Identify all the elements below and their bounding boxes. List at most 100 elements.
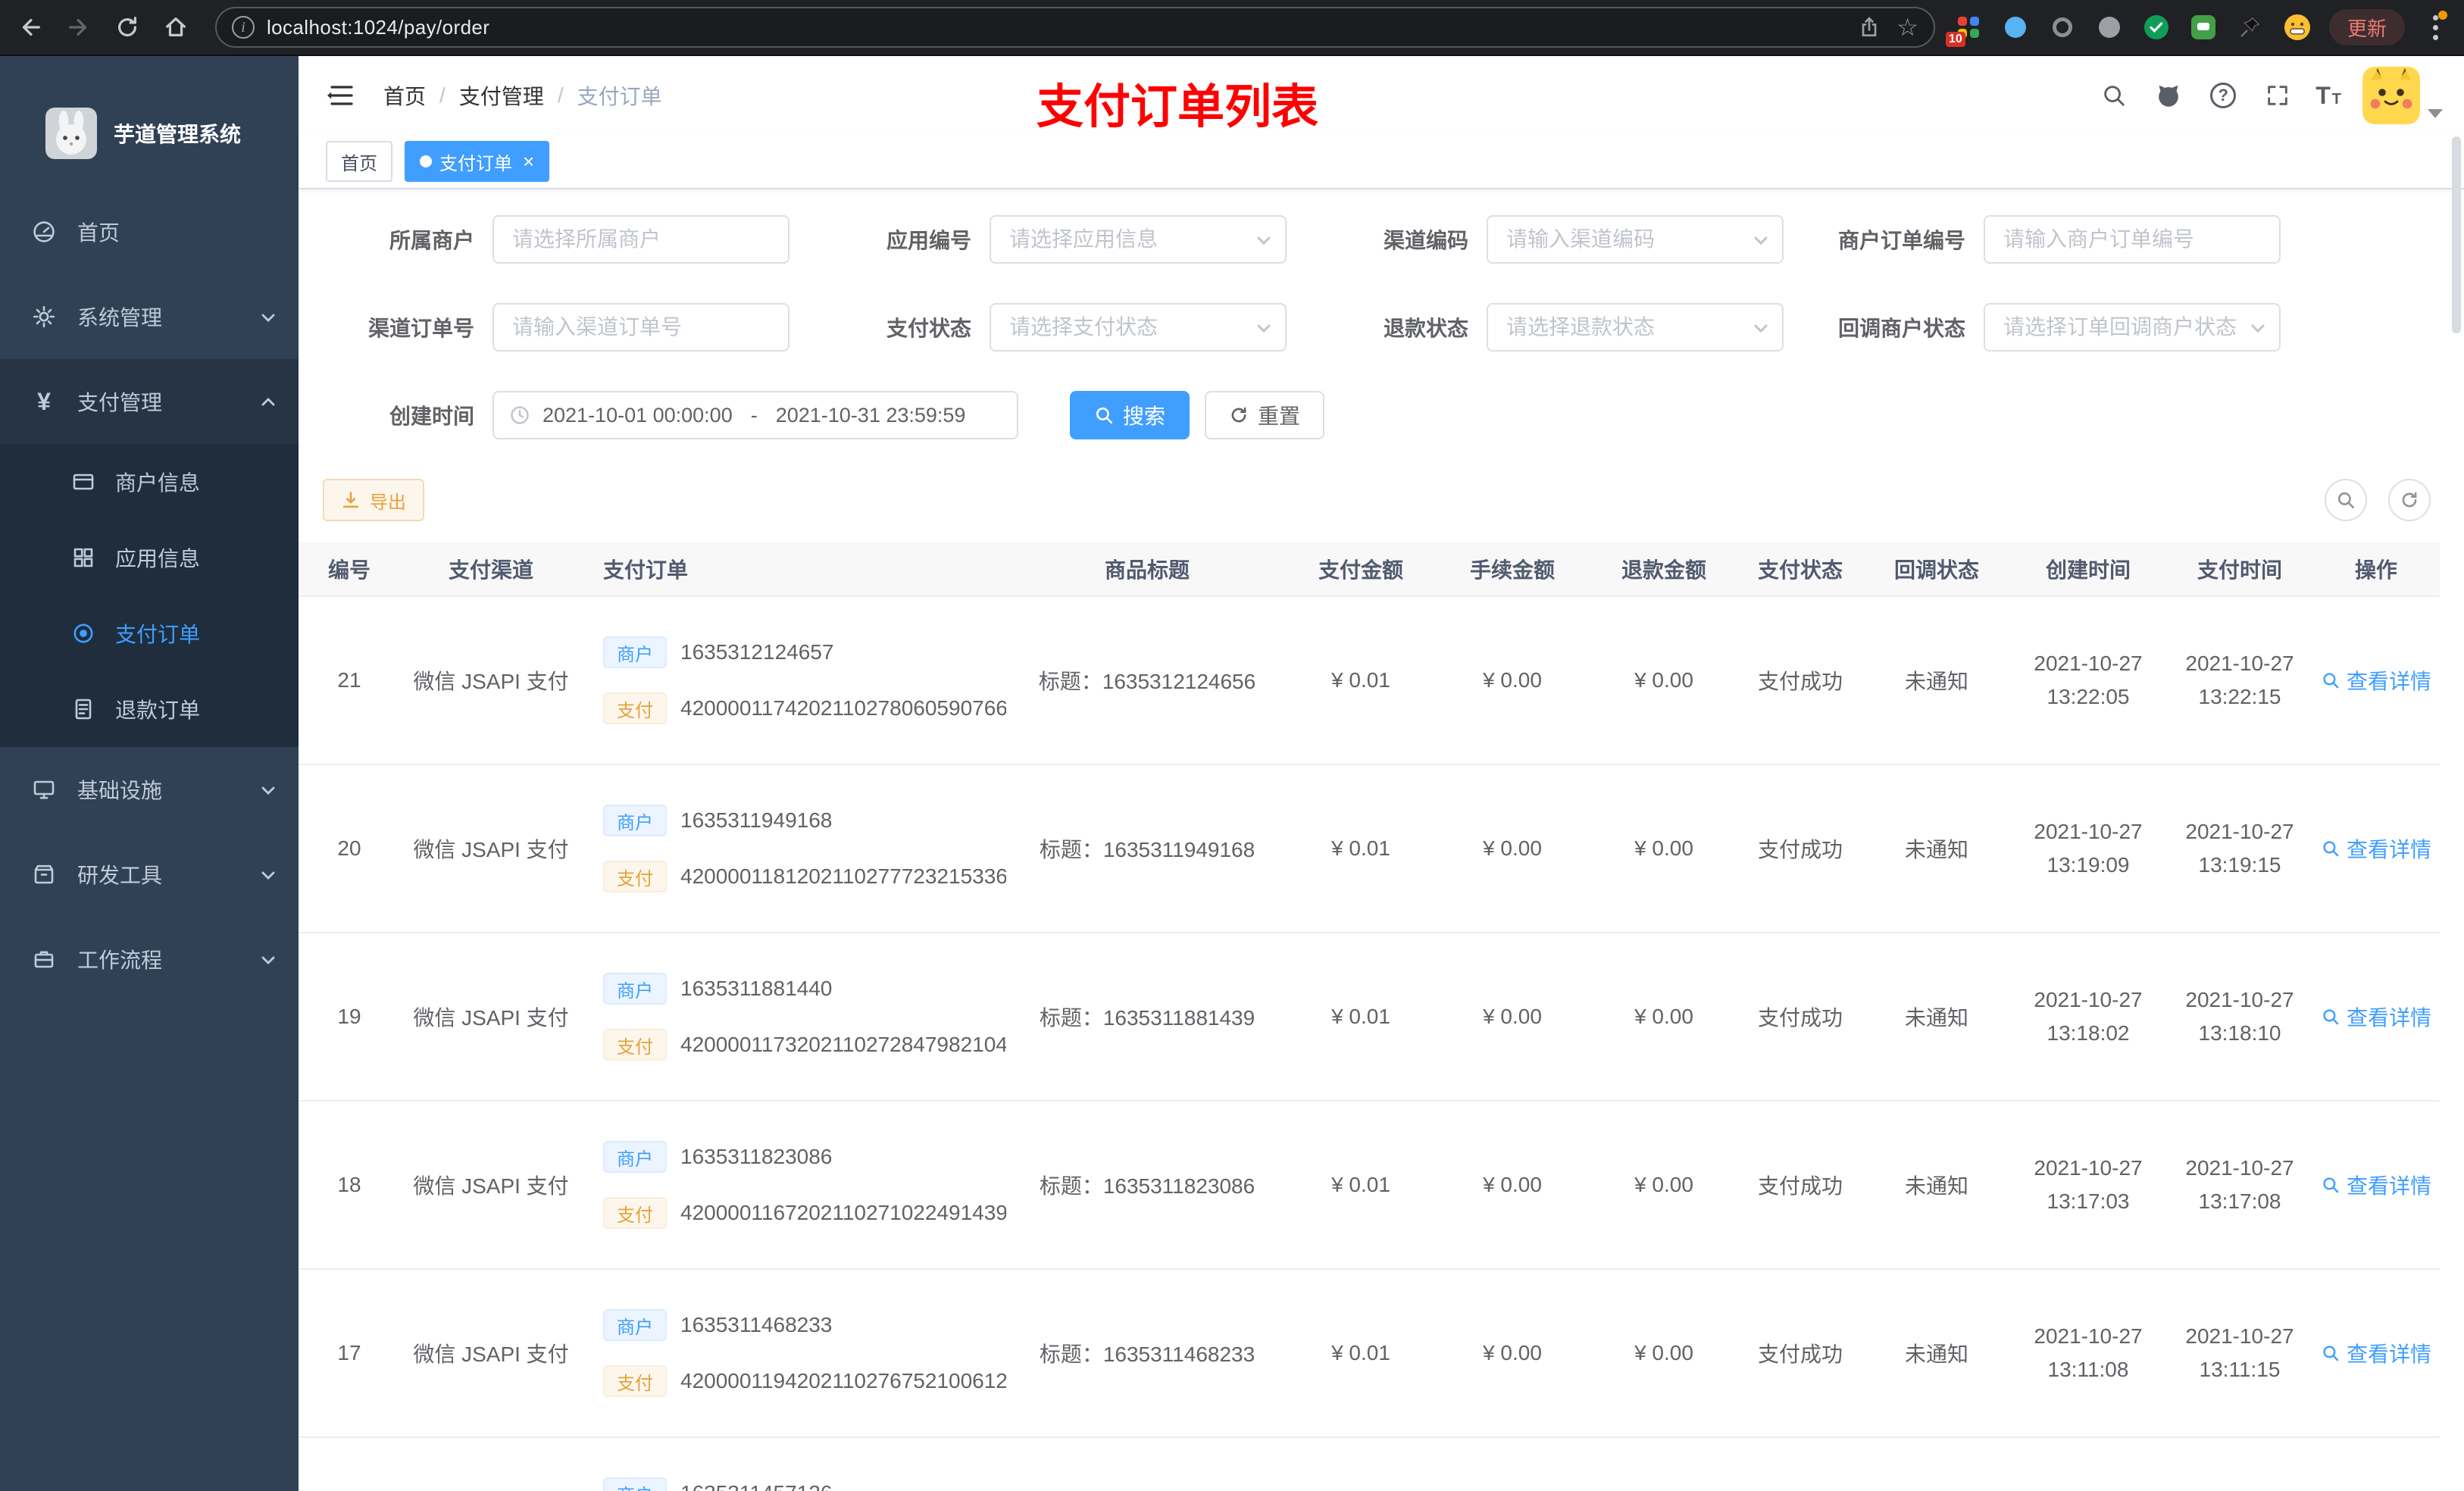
tab-home[interactable]: 首页: [326, 141, 392, 182]
sidebar-toggle-icon[interactable]: [326, 80, 356, 111]
extension-icon-green-check[interactable]: [2141, 12, 2172, 42]
filter-create-time-label: 创建时间: [389, 405, 474, 428]
profile-avatar-icon[interactable]: [2282, 12, 2312, 42]
sidebar-item-refund-order[interactable]: 退款订单: [0, 671, 299, 747]
font-size-icon[interactable]: TT: [2315, 82, 2341, 110]
search-icon: [2323, 1009, 2339, 1025]
sidebar-item-pay-order[interactable]: 支付订单: [0, 595, 299, 671]
extension-icon-blue[interactable]: [2000, 12, 2031, 42]
sidebar-item-payment[interactable]: ¥ 支付管理: [0, 359, 299, 444]
bookmark-star-icon[interactable]: ☆: [1896, 15, 1918, 39]
breadcrumb: 首页 / 支付管理 / 支付订单: [383, 80, 662, 111]
orders-table: 编号 支付渠道 支付订单 商品标题 支付金额 手续金额 退款金额 支付状态 回调…: [299, 542, 2464, 1491]
breadcrumb-current: 支付订单: [577, 85, 662, 108]
sidebar-item-app-info[interactable]: 应用信息: [0, 520, 299, 595]
refund-status-select[interactable]: [1487, 303, 1784, 352]
user-menu[interactable]: [2362, 67, 2443, 124]
sidebar-item-system[interactable]: 系统管理: [0, 274, 299, 359]
close-tab-icon[interactable]: ×: [523, 152, 534, 171]
reset-button[interactable]: 重置: [1205, 391, 1325, 439]
site-info-icon[interactable]: i: [232, 16, 255, 39]
view-detail-link[interactable]: 查看详情: [2321, 1002, 2431, 1032]
extension-icon-colored[interactable]: 10: [1945, 12, 1984, 47]
create-time-range-picker[interactable]: 2021-10-01 00:00:00 - 2021-10-31 23:59:5…: [492, 391, 1018, 439]
refresh-table-button[interactable]: [2388, 479, 2431, 521]
pin-icon[interactable]: [2235, 12, 2265, 42]
sidebar-menu: 首页 系统管理 ¥ 支付管理 商户信息 应用信息 支付订单 退款订单 基础设施 …: [0, 189, 299, 1002]
table-row: 18 微信 JSAPI 支付 商户 1635311823086 支付 42000…: [299, 1102, 2440, 1270]
sidebar-item-devtools[interactable]: 研发工具: [0, 832, 299, 917]
notify-status-select[interactable]: [1984, 303, 2281, 352]
export-button[interactable]: 导出: [323, 479, 424, 521]
col-channel[interactable]: 支付渠道: [400, 542, 582, 595]
help-icon[interactable]: ?: [2206, 79, 2240, 112]
search-icon[interactable]: [2097, 79, 2131, 112]
monitor-icon: [30, 776, 58, 803]
sidebar-item-label: 首页: [77, 221, 120, 245]
pay-status-select[interactable]: [990, 303, 1287, 352]
forward-icon[interactable]: [58, 6, 100, 48]
filter-merchant: 所属商户: [323, 215, 790, 264]
home-icon[interactable]: [155, 6, 197, 48]
breadcrumb-home[interactable]: 首页: [383, 80, 426, 111]
sidebar-item-home[interactable]: 首页: [0, 189, 299, 274]
col-pay-time[interactable]: 支付时间: [2167, 542, 2312, 595]
col-notify-status[interactable]: 回调状态: [1864, 542, 2009, 595]
cell-pay-order: 商户 1635311823086 支付 42000011672021102710…: [582, 1102, 1006, 1268]
fullscreen-icon[interactable]: [2261, 79, 2294, 112]
cell-pay-amount: ¥ 0.01: [1331, 1005, 1390, 1028]
view-detail-link[interactable]: 查看详情: [2321, 833, 2431, 864]
cell-pay-amount: ¥ 0.01: [1331, 1173, 1390, 1196]
sidebar-item-workflow[interactable]: 工作流程: [0, 917, 299, 1002]
view-detail-link[interactable]: 查看详情: [2321, 665, 2431, 695]
merchant-select[interactable]: [492, 215, 790, 264]
address-bar[interactable]: i localhost:1024/pay/order ☆: [215, 7, 1935, 48]
col-create-time[interactable]: 创建时间: [2009, 542, 2167, 595]
cell-refund-amount: ¥ 0.00: [1634, 668, 1693, 692]
col-id[interactable]: 编号: [299, 542, 400, 595]
url-text[interactable]: localhost:1024/pay/order: [267, 16, 1857, 39]
cell-fee-amount: ¥ 0.00: [1483, 1173, 1542, 1196]
search-button[interactable]: 搜索: [1070, 391, 1190, 439]
app-select[interactable]: [990, 215, 1287, 264]
cell-product-title: 标题：1635311823086: [1039, 1174, 1255, 1198]
sidebar-item-merchant-info[interactable]: 商户信息: [0, 444, 299, 520]
channel-order-no-input[interactable]: [492, 303, 790, 352]
extension-icon-gray[interactable]: [2094, 12, 2125, 42]
github-icon[interactable]: [2152, 79, 2185, 112]
cell-fee-amount: [1434, 1438, 1591, 1491]
tab-pay-order[interactable]: 支付订单 ×: [405, 141, 550, 182]
filter-create-time: 创建时间 2021-10-01 00:00:00 - 2021-10-31 23…: [323, 391, 1018, 439]
channel-code-select[interactable]: [1487, 215, 1784, 264]
app-logo[interactable]: 芋道管理系统: [0, 56, 299, 189]
back-icon[interactable]: [9, 6, 52, 48]
navbar-actions: ? TT: [2097, 67, 2443, 124]
reload-icon[interactable]: [106, 6, 149, 48]
merchant-order-no-input[interactable]: [1984, 215, 2281, 264]
extension-icon-chat[interactable]: [2188, 12, 2219, 42]
search-icon: [2323, 841, 2339, 857]
share-icon[interactable]: [1857, 15, 1881, 39]
browser-menu-icon[interactable]: [2422, 9, 2449, 45]
col-amount[interactable]: 支付金额: [1288, 542, 1434, 595]
col-fee[interactable]: 手续金额: [1434, 542, 1591, 595]
col-pay-status[interactable]: 支付状态: [1737, 542, 1864, 595]
search-icon: [2323, 673, 2339, 689]
sidebar-item-infra[interactable]: 基础设施: [0, 747, 299, 832]
toggle-search-button[interactable]: [2325, 479, 2367, 521]
filter-channel-order-no: 渠道订单号: [323, 303, 790, 352]
browser-update-button[interactable]: 更新: [2328, 9, 2405, 45]
scrollbar-thumb[interactable]: [2452, 136, 2461, 333]
chevron-down-icon: [259, 780, 277, 799]
view-detail-link[interactable]: 查看详情: [2321, 1170, 2431, 1200]
chevron-down-icon: [259, 950, 277, 968]
extension-icon-ring[interactable]: [2047, 12, 2078, 42]
breadcrumb-pay-manage[interactable]: 支付管理: [459, 80, 544, 111]
briefcase-icon: [30, 946, 58, 973]
view-detail-link[interactable]: 查看详情: [2321, 1338, 2431, 1368]
circle-dot-icon: [70, 620, 97, 647]
col-pay-order[interactable]: 支付订单: [582, 542, 1006, 595]
cell-pay-amount: ¥ 0.01: [1331, 668, 1390, 692]
col-title[interactable]: 商品标题: [1006, 542, 1288, 595]
col-refund[interactable]: 退款金额: [1591, 542, 1737, 595]
